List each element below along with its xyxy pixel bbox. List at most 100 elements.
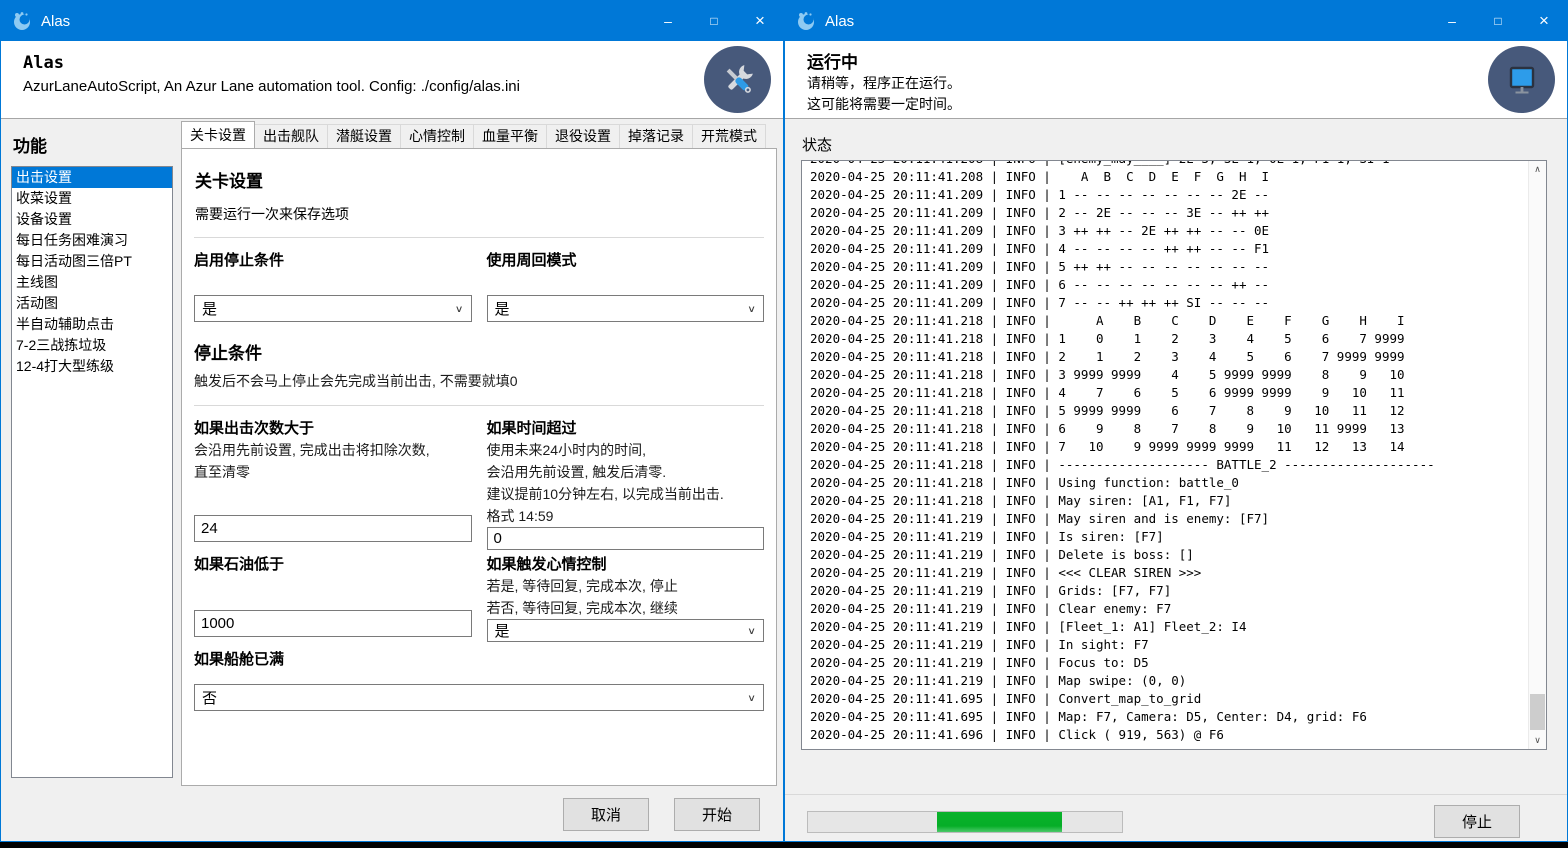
- time-over-label: 如果时间超过: [487, 419, 765, 439]
- chevron-down-icon: ∨: [747, 303, 756, 314]
- titlebar: Alas – □ ×: [785, 1, 1567, 41]
- cancel-button[interactable]: 取消: [563, 798, 649, 831]
- log-line: 2020-04-25 20:11:41.218 | INFO | 4 7 6 5…: [810, 384, 1528, 402]
- chevron-down-icon: ∨: [747, 692, 756, 703]
- start-button[interactable]: 开始: [674, 798, 760, 831]
- oil-below-label: 如果石油低于: [194, 555, 472, 575]
- log-lines: 2020-04-25 20:11:41.208 | INFO | [enemy_…: [810, 161, 1528, 744]
- scroll-up-icon[interactable]: ∧: [1529, 161, 1546, 178]
- maximize-button[interactable]: □: [1475, 1, 1521, 41]
- app-name: Alas: [23, 53, 693, 73]
- log-line: 2020-04-25 20:11:41.218 | INFO | 5 9999 …: [810, 402, 1528, 420]
- stop-button[interactable]: 停止: [1434, 805, 1520, 838]
- log-box: 2020-04-25 20:11:41.208 | INFO | [enemy_…: [801, 160, 1547, 750]
- status-label: 状态: [802, 134, 1567, 155]
- cycle-mode-value: 是: [495, 298, 510, 319]
- tab-5[interactable]: 血量平衡: [473, 124, 547, 148]
- tab-8[interactable]: 开荒模式: [692, 124, 766, 148]
- monitor-icon: [1488, 46, 1555, 113]
- minimize-button[interactable]: –: [645, 1, 691, 41]
- cycle-mode-select[interactable]: 是 ∨: [487, 295, 765, 322]
- log-line: 2020-04-25 20:11:41.219 | INFO | Clear e…: [810, 600, 1528, 618]
- panel-heading: 关卡设置: [195, 167, 764, 192]
- sidebar-item[interactable]: 主线图: [12, 272, 172, 293]
- sidebar: 功能 出击设置收菜设置设备设置每日任务困难演习每日活动图三倍PT主线图活动图半自…: [11, 122, 173, 786]
- log-line: 2020-04-25 20:11:41.209 | INFO | 1 -- --…: [810, 186, 1528, 204]
- runner-header: 运行中 请稍等，程序正在运行。 这可能将需要一定时间。: [785, 41, 1567, 119]
- tab-6[interactable]: 退役设置: [546, 124, 620, 148]
- sidebar-item[interactable]: 12-4打大型练级: [12, 356, 172, 377]
- log-line: 2020-04-25 20:11:41.218 | INFO | 1 0 1 2…: [810, 330, 1528, 348]
- app-subtitle: AzurLaneAutoScript, An Azur Lane automat…: [23, 77, 693, 96]
- time-over-desc: 使用未来24小时内的时间,会沿用先前设置, 触发后清零.建议提前10分钟左右, …: [487, 439, 765, 527]
- dock-full-select[interactable]: 否 ∨: [194, 684, 764, 711]
- log-line: 2020-04-25 20:11:41.219 | INFO | May sir…: [810, 510, 1528, 528]
- runner-message-2: 这可能将需要一定时间。: [807, 94, 1477, 115]
- log-line: 2020-04-25 20:11:41.209 | INFO | 3 ++ ++…: [810, 222, 1528, 240]
- runner-title: 运行中: [807, 53, 1477, 73]
- tab-7[interactable]: 掉落记录: [619, 124, 693, 148]
- cycle-mode-label: 使用周回模式: [487, 251, 765, 271]
- close-button[interactable]: ×: [1521, 1, 1567, 41]
- settings-body: 功能 出击设置收菜设置设备设置每日任务困难演习每日活动图三倍PT主线图活动图半自…: [1, 119, 783, 786]
- log-line: 2020-04-25 20:11:41.208 | INFO | [enemy_…: [810, 161, 1528, 168]
- sidebar-item[interactable]: 每日活动图三倍PT: [12, 251, 172, 272]
- emotion-desc: 若是, 等待回复, 完成本次, 停止若否, 等待回复, 完成本次, 继续: [487, 575, 765, 619]
- tab-2[interactable]: 出击舰队: [254, 124, 328, 148]
- alas-logo-icon: [795, 10, 817, 32]
- log-line: 2020-04-25 20:11:41.219 | INFO | Is sire…: [810, 528, 1528, 546]
- log-line: 2020-04-25 20:11:41.218 | INFO | 3 9999 …: [810, 366, 1528, 384]
- oil-below-input[interactable]: [194, 610, 472, 637]
- maximize-button[interactable]: □: [691, 1, 737, 41]
- runner-body: 状态 2020-04-25 20:11:41.208 | INFO | [ene…: [785, 119, 1567, 841]
- sidebar-item[interactable]: 设备设置: [12, 209, 172, 230]
- log-line: 2020-04-25 20:11:41.219 | INFO | Delete …: [810, 546, 1528, 564]
- log-line: 2020-04-25 20:11:41.219 | INFO | <<< CLE…: [810, 564, 1528, 582]
- log-line: 2020-04-25 20:11:41.219 | INFO | Grids: …: [810, 582, 1528, 600]
- enable-stop-select[interactable]: 是 ∨: [194, 295, 472, 322]
- log-line: 2020-04-25 20:11:41.218 | INFO | 2 1 2 3…: [810, 348, 1528, 366]
- sidebar-item[interactable]: 每日任务困难演习: [12, 230, 172, 251]
- window-title: Alas: [41, 13, 70, 30]
- log-scrollbar[interactable]: ∧ ∨: [1528, 161, 1546, 749]
- scrollbar-thumb[interactable]: [1530, 694, 1545, 730]
- stage-settings-panel: 关卡设置 需要运行一次来保存选项 启用停止条件 是 ∨ 使用周回模式: [181, 148, 777, 786]
- tab-1[interactable]: 关卡设置: [181, 121, 255, 148]
- count-gt-input[interactable]: [194, 515, 472, 542]
- tab-3[interactable]: 潜艇设置: [327, 124, 401, 148]
- emotion-label: 如果触发心情控制: [487, 555, 765, 575]
- chevron-down-icon: ∨: [747, 625, 756, 636]
- progress-fill: [937, 812, 1063, 832]
- log-line: 2020-04-25 20:11:41.696 | INFO | Click (…: [810, 726, 1528, 744]
- runner-footer: 停止: [785, 794, 1567, 848]
- emotion-select[interactable]: 是 ∨: [487, 619, 765, 642]
- sidebar-item[interactable]: 半自动辅助点击: [12, 314, 172, 335]
- dock-full-value: 否: [202, 687, 217, 708]
- log-line: 2020-04-25 20:11:41.219 | INFO | Map swi…: [810, 672, 1528, 690]
- scroll-down-icon[interactable]: ∨: [1529, 732, 1546, 749]
- runner-message-1: 请稍等，程序正在运行。: [807, 73, 1477, 94]
- log-line: 2020-04-25 20:11:41.209 | INFO | 4 -- --…: [810, 240, 1528, 258]
- count-gt-label: 如果出击次数大于: [194, 419, 472, 439]
- sidebar-item[interactable]: 收菜设置: [12, 188, 172, 209]
- log-line: 2020-04-25 20:11:41.209 | INFO | 2 -- 2E…: [810, 204, 1528, 222]
- close-button[interactable]: ×: [737, 1, 783, 41]
- log-line: 2020-04-25 20:11:41.209 | INFO | 7 -- --…: [810, 294, 1528, 312]
- chevron-down-icon: ∨: [455, 303, 464, 314]
- settings-footer: 取消 开始: [1, 786, 783, 843]
- log-line: 2020-04-25 20:11:41.209 | INFO | 5 ++ ++…: [810, 258, 1528, 276]
- enable-stop-label: 启用停止条件: [194, 251, 472, 271]
- sidebar-item[interactable]: 7-2三战拣垃圾: [12, 335, 172, 356]
- tab-4[interactable]: 心情控制: [400, 124, 474, 148]
- log-line: 2020-04-25 20:11:41.218 | INFO | 7 10 9 …: [810, 438, 1528, 456]
- log-line: 2020-04-25 20:11:41.218 | INFO | May sir…: [810, 492, 1528, 510]
- function-list: 出击设置收菜设置设备设置每日任务困难演习每日活动图三倍PT主线图活动图半自动辅助…: [11, 166, 173, 778]
- sidebar-item[interactable]: 活动图: [12, 293, 172, 314]
- minimize-button[interactable]: –: [1429, 1, 1475, 41]
- dock-full-label: 如果船舱已满: [194, 650, 764, 670]
- log-line: 2020-04-25 20:11:41.219 | INFO | Focus t…: [810, 654, 1528, 672]
- log-line: 2020-04-25 20:11:41.695 | INFO | Convert…: [810, 690, 1528, 708]
- panel-subheading: 需要运行一次来保存选项: [195, 204, 764, 224]
- sidebar-item[interactable]: 出击设置: [12, 167, 172, 188]
- titlebar: Alas – □ ×: [1, 1, 783, 41]
